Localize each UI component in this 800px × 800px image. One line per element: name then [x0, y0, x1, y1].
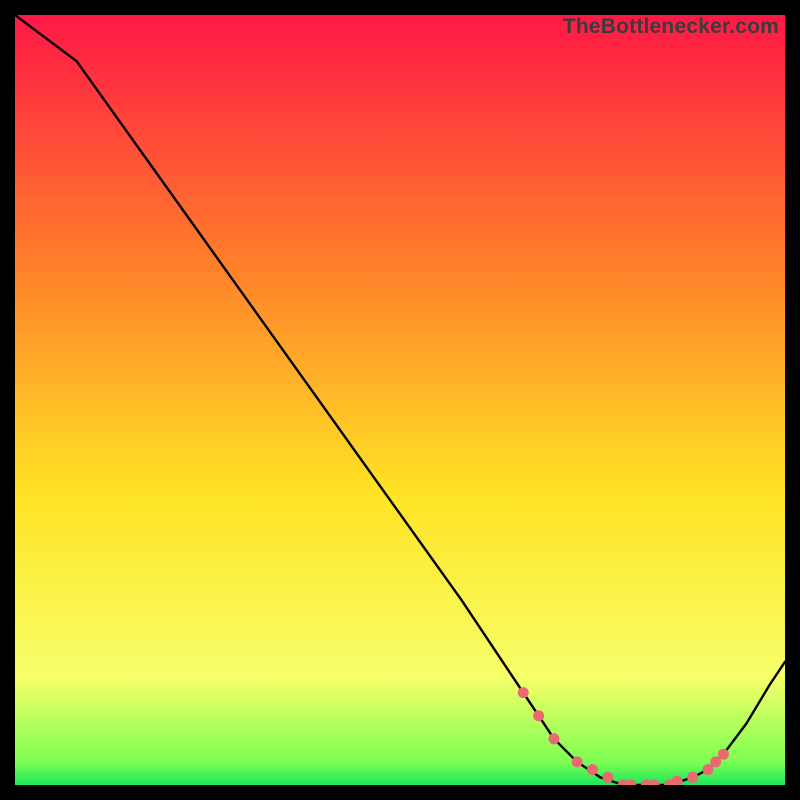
- highlight-dot: [687, 772, 698, 783]
- highlight-dot: [718, 749, 729, 760]
- highlight-dot: [602, 772, 613, 783]
- highlight-dot: [572, 756, 583, 767]
- highlight-dot: [549, 733, 560, 744]
- chart-canvas: [15, 15, 785, 785]
- gradient-bg: [15, 15, 785, 785]
- chart-svg: [15, 15, 785, 785]
- highlight-dot: [587, 764, 598, 775]
- highlight-dot: [533, 710, 544, 721]
- watermark-text: TheBottlenecker.com: [563, 15, 779, 39]
- chart-frame: TheBottlenecker.com: [15, 15, 785, 785]
- highlight-dot: [518, 687, 529, 698]
